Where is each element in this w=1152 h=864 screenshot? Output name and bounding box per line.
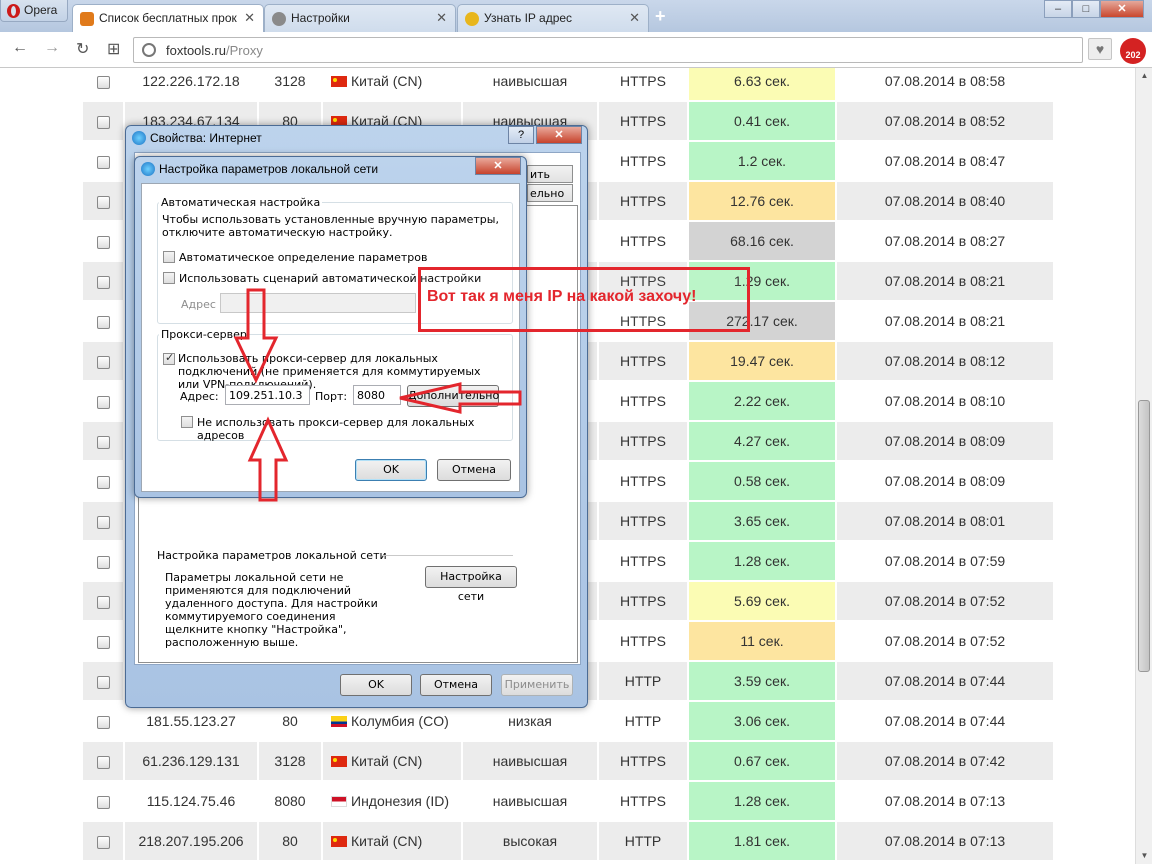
- red-arrow-down-icon: [233, 288, 279, 384]
- annotation-arrows: [233, 288, 522, 502]
- red-arrow-up-icon: [247, 416, 289, 502]
- red-arrow-left-icon: [399, 382, 522, 414]
